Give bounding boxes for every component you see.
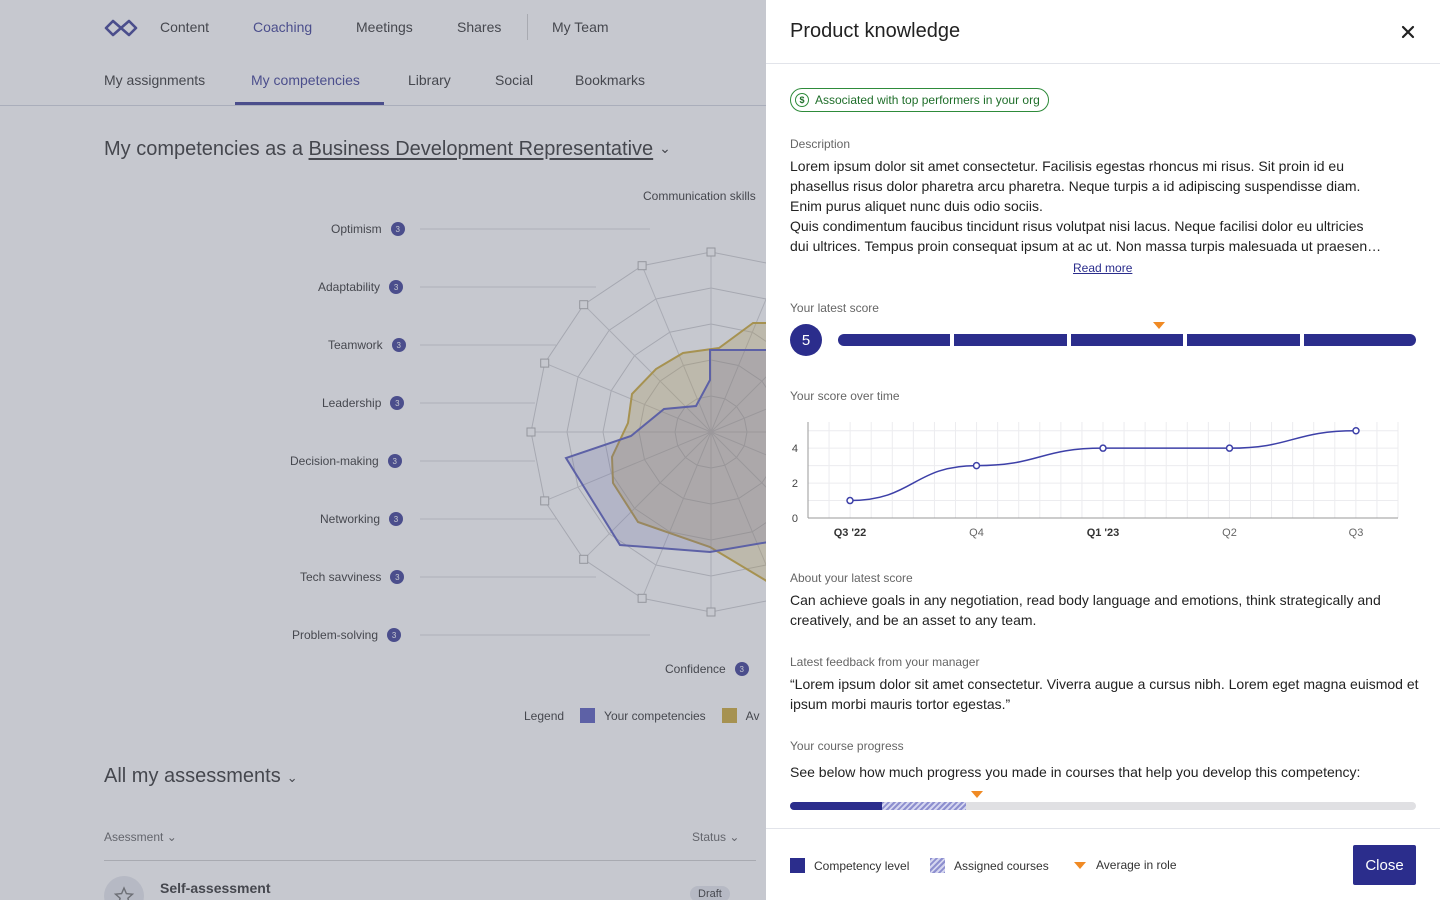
score-segment	[1303, 334, 1417, 346]
course-progress-bar	[790, 802, 1416, 810]
score-segment	[954, 334, 1067, 346]
score-segment	[838, 334, 951, 346]
manager-feedback-text: “Lorem ipsum dolor sit amet consectetur.…	[790, 676, 1419, 712]
course-progress-text: See below how much progress you made in …	[790, 764, 1361, 780]
close-icon[interactable]	[1396, 20, 1420, 44]
average-in-role-marker	[970, 791, 983, 798]
triangle-down-icon	[1074, 861, 1086, 869]
x-tick-label: Q4	[969, 527, 984, 539]
score-point[interactable]	[1225, 444, 1234, 452]
score-bar	[838, 334, 1417, 346]
top-performer-badge: $ Associated with top performers in your…	[790, 88, 1049, 112]
score-point[interactable]	[846, 496, 854, 505]
y-tick-label: 2	[792, 478, 798, 490]
competency-drawer: Product knowledge $ Associated with top …	[766, 0, 1440, 900]
drawer-title: Product knowledge	[790, 20, 961, 42]
score-over-time-label: Your score over time	[790, 389, 900, 403]
average-in-role-marker	[1152, 322, 1165, 329]
description-label: Description	[790, 137, 851, 151]
about-score-label: About your latest score	[790, 571, 913, 585]
latest-score-label: Your latest score	[790, 301, 879, 315]
score-over-time-chart: 0 2 4 Q3 '22 Q4 Q1 '23 Q2 Q3	[792, 422, 1399, 539]
legend-assigned-courses: Assigned courses	[930, 858, 1049, 873]
description-text: Lorem ipsum dolor sit amet consectetur. …	[790, 156, 1420, 256]
read-more-link[interactable]: Read more	[1073, 261, 1132, 275]
course-progress-label: Your course progress	[790, 739, 904, 753]
description-line: dui ultrices. Tempus proin consequat ips…	[790, 238, 1382, 254]
top-performer-text: Associated with top performers in your o…	[815, 93, 1040, 107]
drawer-header: Product knowledge	[766, 0, 1440, 64]
y-tick-label: 4	[792, 443, 798, 455]
legend-competency-level: Competency level	[790, 858, 909, 873]
description-line: Quis condimentum faucibus tincidunt risu…	[790, 218, 1364, 234]
legend-competency-level-text: Competency level	[814, 858, 910, 873]
score-segment	[1070, 334, 1184, 346]
close-button[interactable]: Close	[1353, 845, 1416, 885]
dollar-coin-icon: $	[795, 93, 809, 107]
manager-feedback-label: Latest feedback from your manager	[790, 655, 980, 669]
legend-average-in-role-text: Average in role	[1096, 858, 1177, 872]
x-tick-label: Q2	[1222, 527, 1237, 539]
score-point[interactable]	[972, 461, 981, 470]
x-tick-label: Q3 '22	[834, 527, 867, 539]
competency-level-fill	[790, 802, 883, 810]
score-point[interactable]	[1099, 444, 1107, 452]
about-score-text: Can achieve goals in any negotiation, re…	[790, 592, 1381, 628]
drawer-footer: Competency level Assigned courses Averag…	[766, 828, 1440, 900]
legend-average-in-role: Average in role	[1074, 858, 1177, 872]
score-segment	[1187, 334, 1300, 346]
latest-score-value: 5	[790, 324, 822, 356]
x-tick-label: Q1 '23	[1087, 527, 1120, 539]
assigned-courses-fill	[882, 802, 966, 810]
description-line: phasellus risus dolor pharetra arcu phar…	[790, 178, 1361, 194]
assigned-courses-swatch	[930, 858, 945, 873]
description-line: Lorem ipsum dolor sit amet consectetur. …	[790, 158, 1345, 174]
description-line: Enim purus aliquet nunc duis odio sociis…	[790, 198, 1043, 214]
x-tick-label: Q3	[1349, 527, 1364, 539]
score-point[interactable]	[1352, 426, 1360, 435]
y-tick-label: 0	[792, 513, 798, 525]
competency-level-swatch	[790, 858, 805, 873]
legend-assigned-courses-text: Assigned courses	[954, 858, 1049, 873]
